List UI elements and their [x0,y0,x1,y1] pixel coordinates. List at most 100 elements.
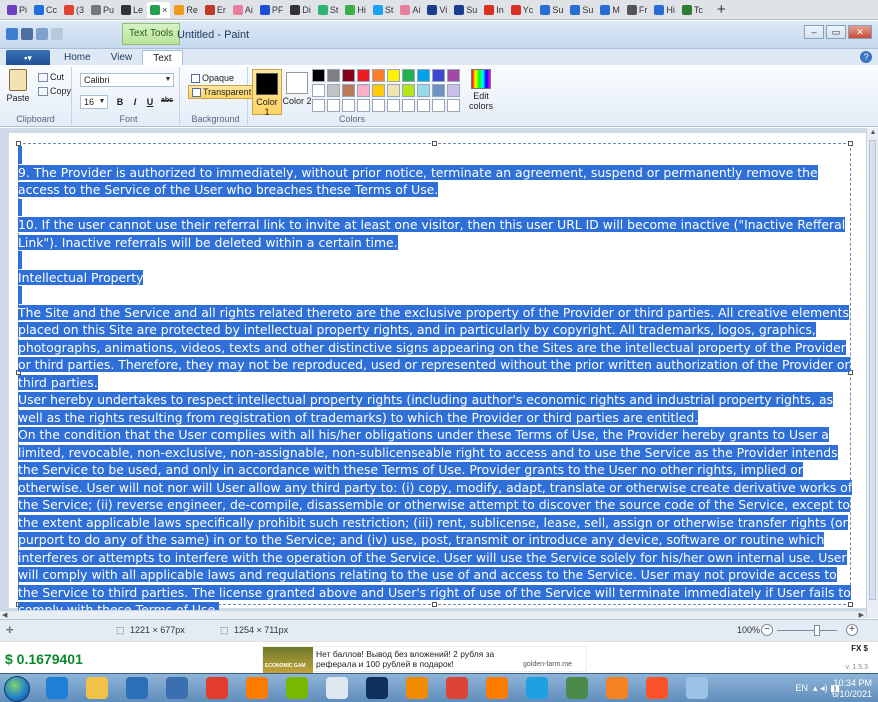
vertical-scrollbar[interactable]: ▲ [866,128,878,618]
browser-tab[interactable]: (3 [61,2,87,18]
help-icon[interactable]: ? [860,51,872,63]
screen-icon[interactable] [566,677,588,699]
ccleaner-icon[interactable] [606,677,628,699]
palette-swatch[interactable] [327,99,340,112]
opaque-button[interactable]: Opaque [188,71,237,85]
palette-swatch[interactable] [447,69,460,82]
tab-text[interactable]: Text [142,50,183,66]
word-icon[interactable] [326,677,348,699]
palette-swatch[interactable] [402,99,415,112]
browser-tab[interactable]: Pu [88,2,117,18]
strikethrough-button[interactable]: abc [159,97,175,107]
zoom-slider-knob[interactable] [814,625,820,636]
palette-swatch[interactable] [372,84,385,97]
browser-tab[interactable]: Er [202,2,229,18]
advertisement[interactable]: ECONOMIC GAM Нет баллов! Вывод без вложе… [262,646,587,673]
italic-button[interactable]: I [129,97,141,107]
browser-tab[interactable]: In [481,2,507,18]
redo-icon[interactable] [51,28,63,40]
font-family-select[interactable]: Calibri ▼ [80,73,174,87]
color1-button[interactable]: Color 1 [252,69,282,117]
illustrator2-icon[interactable] [486,677,508,699]
palette-swatch[interactable] [387,99,400,112]
font-size-select[interactable]: 16 ▼ [80,95,108,109]
edit-colors-button[interactable]: Edit colors [464,69,498,111]
palette-swatch[interactable] [402,69,415,82]
underline-button[interactable]: U [144,97,156,107]
browser-tab[interactable]: St [315,2,342,18]
horizontal-scrollbar[interactable]: ◀ ▶ [0,610,866,619]
undo-icon[interactable] [36,28,48,40]
palette-swatch[interactable] [357,84,370,97]
browser-tab[interactable]: Fr [624,2,651,18]
palette-swatch[interactable] [447,99,460,112]
palette-swatch[interactable] [387,69,400,82]
color2-button[interactable]: Color 2 [282,69,312,106]
copy-button[interactable]: Copy [38,86,71,96]
browser-tab[interactable]: Su [567,2,596,18]
palette-swatch[interactable] [447,84,460,97]
photoshop-icon[interactable] [366,677,388,699]
media-icon[interactable] [126,677,148,699]
palette-swatch[interactable] [342,99,355,112]
zoom-in-button[interactable]: + [846,624,858,636]
maximize-button[interactable]: ▭ [826,25,846,39]
zoom-out-button[interactable]: − [761,624,773,636]
palette-swatch[interactable] [417,99,430,112]
palette-swatch[interactable] [357,99,370,112]
palette-swatch[interactable] [402,84,415,97]
palette-swatch[interactable] [417,69,430,82]
palette-swatch[interactable] [312,69,325,82]
palette-swatch[interactable] [342,84,355,97]
scroll-right-icon[interactable]: ▶ [859,611,864,619]
paint-app-icon[interactable] [6,28,18,40]
paste-button[interactable]: Paste [4,69,32,103]
palette-swatch[interactable] [432,99,445,112]
file-menu-button[interactable]: ▪▾ [6,50,50,66]
browser-tab[interactable]: PF [257,2,287,18]
browser-tab[interactable]: Ai [397,2,423,18]
browser-tab[interactable]: M [597,2,623,18]
start-button[interactable] [4,676,30,702]
palette-swatch[interactable] [342,69,355,82]
illustrator-icon[interactable] [246,677,268,699]
browser-tab[interactable]: Su [451,2,480,18]
nvidia-icon[interactable] [286,677,308,699]
palette-swatch[interactable] [387,84,400,97]
close-button[interactable]: ✕ [848,25,872,39]
browser-tab[interactable]: × [147,1,171,18]
browser-tab[interactable]: St [370,2,397,18]
ie-icon[interactable] [46,677,68,699]
palette-swatch[interactable] [312,99,325,112]
minimize-button[interactable]: – [804,25,824,39]
browser-tab[interactable]: Su [537,2,566,18]
palette-swatch[interactable] [327,84,340,97]
tab-view[interactable]: View [101,50,143,66]
browser-tab[interactable]: Tc [679,2,706,18]
browser-tab[interactable]: Cc [31,2,60,18]
language-indicator[interactable]: EN [796,683,809,693]
edge-icon[interactable] [526,677,548,699]
browser-tab[interactable]: Re [171,2,201,18]
palette-swatch[interactable] [432,69,445,82]
bold-button[interactable]: B [114,97,126,107]
palette-swatch[interactable] [432,84,445,97]
tab-home[interactable]: Home [54,50,101,66]
browser-tab[interactable]: Le [118,2,146,18]
browser-tab[interactable]: Pi [4,2,30,18]
scroll-left-icon[interactable]: ◀ [2,611,7,619]
clock[interactable]: 10:34 PM 6/10/2021 [832,678,872,700]
chrome-icon[interactable] [446,677,468,699]
palette-swatch[interactable] [417,84,430,97]
palette-swatch[interactable] [312,84,325,97]
cut-button[interactable]: Cut [38,72,64,82]
browser-tab[interactable]: Vi [424,2,450,18]
vlc-icon[interactable] [406,677,428,699]
browser-tab[interactable]: Hi [651,2,678,18]
transparent-button[interactable]: Transparent [188,85,256,99]
palette-swatch[interactable] [357,69,370,82]
browser-tab[interactable]: Hi [342,2,369,18]
browser-tab[interactable]: Di [287,2,314,18]
balloon-icon[interactable] [206,677,228,699]
browser-tab[interactable]: Yc [508,2,537,18]
